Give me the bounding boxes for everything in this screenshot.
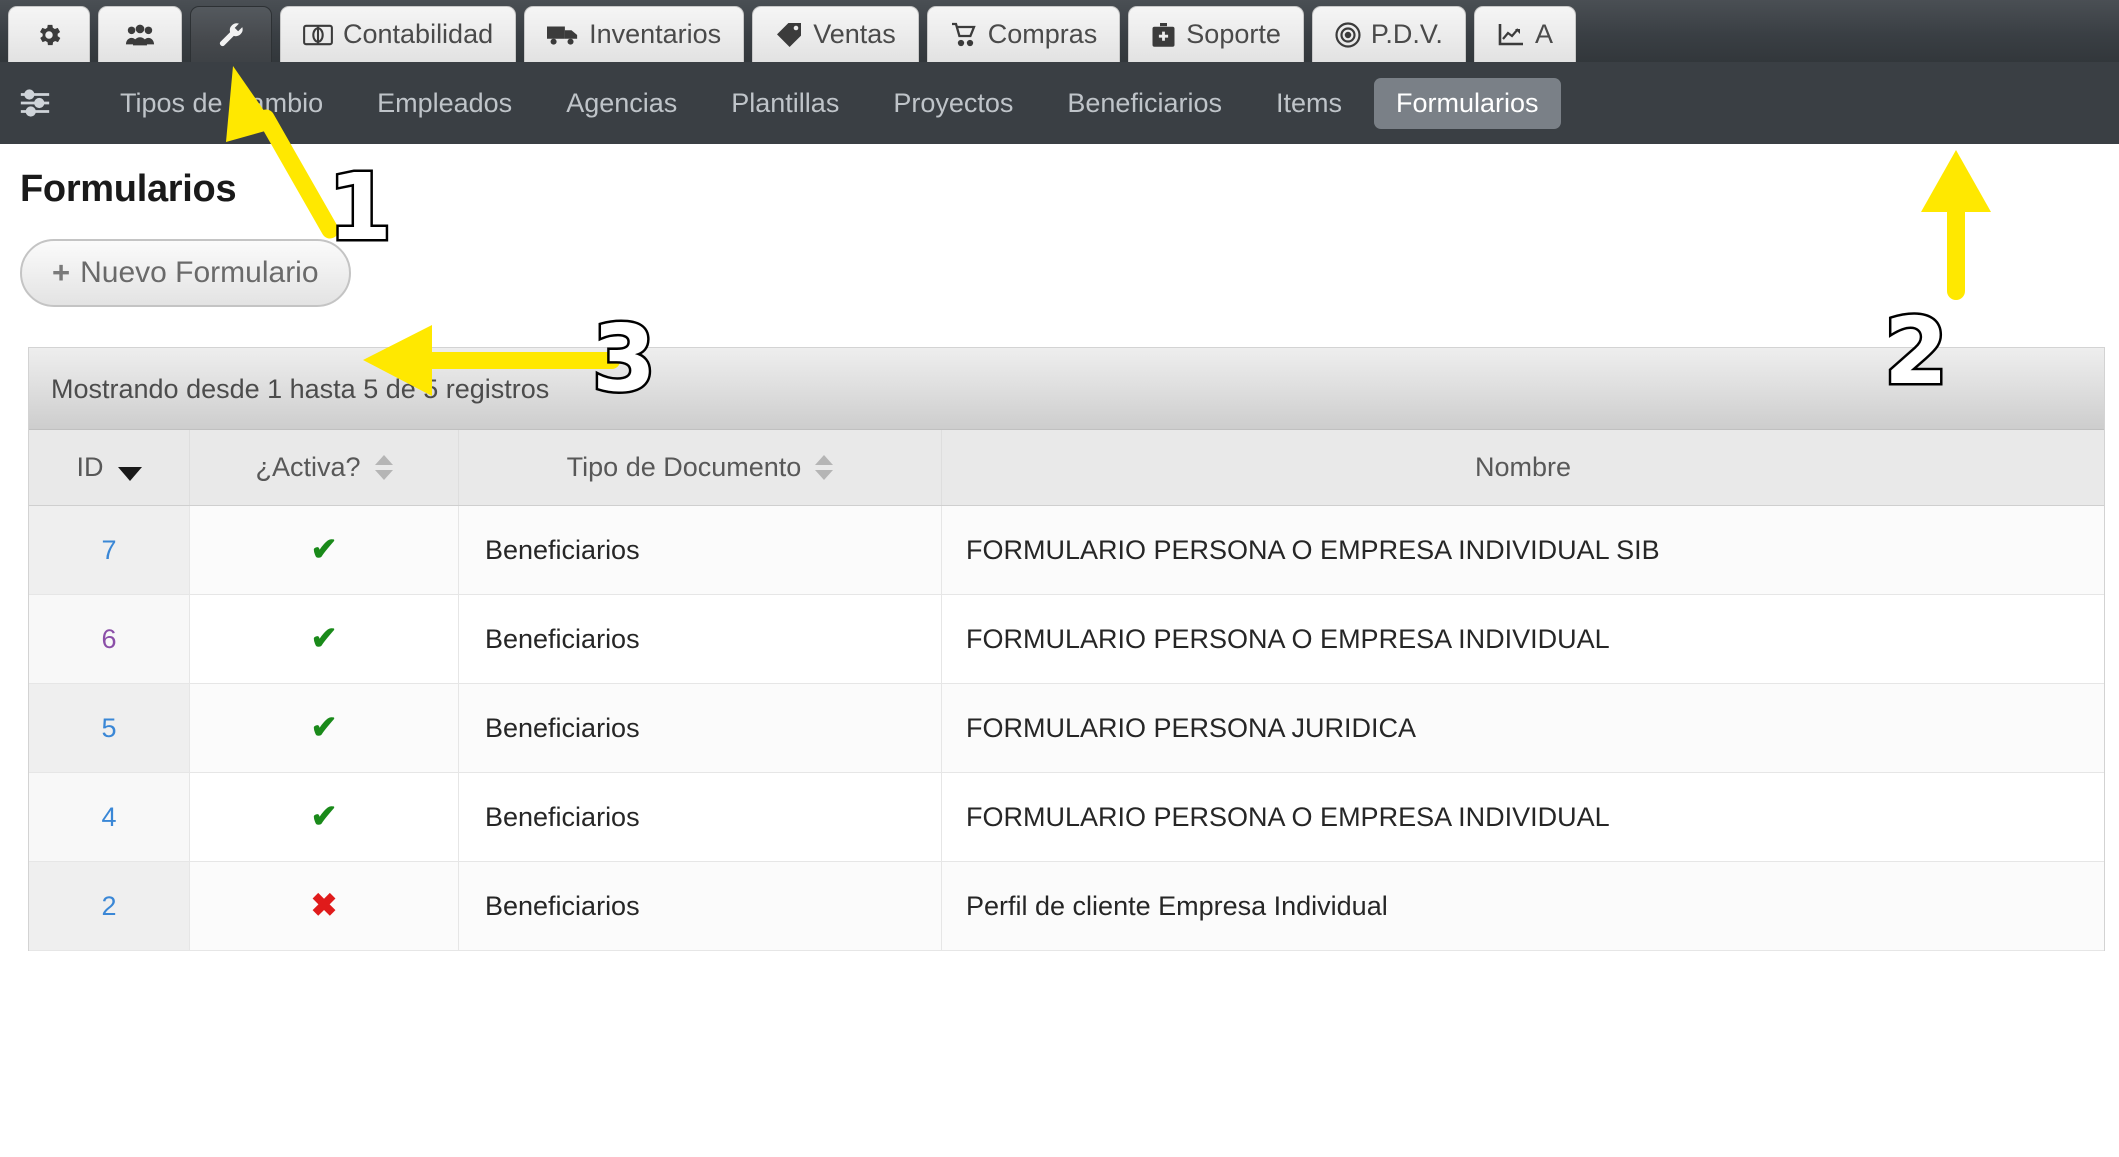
formularios-table: ID ¿Activa? Tipo de Documento Nombre 7 ✔… xyxy=(29,430,2104,951)
row-id-link[interactable]: 5 xyxy=(101,713,116,743)
tab-analisis[interactable]: A xyxy=(1473,6,1576,62)
table-row[interactable]: 7 ✔ Beneficiarios FORMULARIO PERSONA O E… xyxy=(29,505,2104,595)
tab-configuracion[interactable] xyxy=(8,6,90,62)
column-header-tipo-documento[interactable]: Tipo de Documento xyxy=(458,430,942,506)
users-icon xyxy=(125,22,155,48)
cell-id: 5 xyxy=(29,683,190,773)
tab-label: Inventarios xyxy=(589,19,722,49)
secondary-nav-bar: Tipos de Cambio Empleados Agencias Plant… xyxy=(0,62,2119,144)
column-header-id[interactable]: ID xyxy=(29,430,190,506)
cell-id: 6 xyxy=(29,594,190,684)
table-row[interactable]: 2 ✖ Beneficiarios Perfil de cliente Empr… xyxy=(29,861,2104,951)
sidebar-item-formularios[interactable]: Formularios xyxy=(1373,77,1561,129)
target-icon xyxy=(1335,21,1361,48)
table-body: 7 ✔ Beneficiarios FORMULARIO PERSONA O E… xyxy=(29,505,2104,951)
column-header-id-label: ID xyxy=(76,452,104,482)
tab-label: Ventas xyxy=(813,19,896,49)
nuevo-formulario-button[interactable]: + Nuevo Formulario xyxy=(20,239,351,307)
sliders-icon[interactable] xyxy=(18,86,52,120)
sidebar-item-items[interactable]: Items xyxy=(1254,78,1364,129)
table-row[interactable]: 4 ✔ Beneficiarios FORMULARIO PERSONA O E… xyxy=(29,772,2104,862)
cell-nombre: FORMULARIO PERSONA O EMPRESA INDIVIDUAL … xyxy=(941,505,2104,595)
table-header-row: ID ¿Activa? Tipo de Documento Nombre xyxy=(29,430,2104,506)
cell-activa: ✖ xyxy=(189,861,459,951)
cell-nombre: FORMULARIO PERSONA O EMPRESA INDIVIDUAL xyxy=(941,772,2104,862)
row-id-link[interactable]: 2 xyxy=(101,891,116,921)
cross-icon: ✖ xyxy=(310,887,338,923)
row-id-link[interactable]: 4 xyxy=(101,802,116,832)
primary-nav-bar: Contabilidad Inventarios Ventas Compras xyxy=(0,0,2119,62)
sort-both-icon xyxy=(374,455,393,480)
check-icon: ✔ xyxy=(310,709,338,745)
main-content: Formularios + Nuevo Formulario Mostrando… xyxy=(0,144,2119,951)
cell-activa: ✔ xyxy=(189,505,459,595)
tab-soporte[interactable]: Soporte xyxy=(1128,6,1304,62)
sidebar-item-agencias[interactable]: Agencias xyxy=(544,78,699,129)
annotation-number-3: 3 xyxy=(589,305,658,412)
tab-label: Soporte xyxy=(1186,19,1281,49)
sidebar-item-plantillas[interactable]: Plantillas xyxy=(709,78,861,129)
cell-tipo-documento: Beneficiarios xyxy=(458,861,942,951)
tab-ventas[interactable]: Ventas xyxy=(752,6,919,62)
tab-pdv[interactable]: P.D.V. xyxy=(1311,6,1466,62)
chart-line-icon xyxy=(1497,23,1525,47)
column-header-activa-label: ¿Activa? xyxy=(255,452,361,482)
briefcase-medical-icon xyxy=(1151,22,1176,48)
tab-contabilidad[interactable]: Contabilidad xyxy=(280,6,517,62)
check-icon: ✔ xyxy=(310,531,338,567)
cell-id: 7 xyxy=(29,505,190,595)
nuevo-formulario-label: Nuevo Formulario xyxy=(80,256,319,289)
annotation-number-1: 1 xyxy=(325,154,394,261)
cart-icon xyxy=(950,22,978,47)
truck-icon xyxy=(547,24,579,46)
tag-icon xyxy=(775,22,803,48)
cell-activa: ✔ xyxy=(189,594,459,684)
tab-herramientas[interactable] xyxy=(190,6,272,62)
column-header-activa[interactable]: ¿Activa? xyxy=(189,430,459,506)
tab-label: A xyxy=(1534,19,1553,49)
sidebar-item-tipos-de-cambio[interactable]: Tipos de Cambio xyxy=(98,78,345,129)
sort-descending-icon xyxy=(117,466,142,481)
tab-compras[interactable]: Compras xyxy=(926,6,1121,62)
sidebar-item-proyectos[interactable]: Proyectos xyxy=(871,78,1035,129)
cell-tipo-documento: Beneficiarios xyxy=(458,683,942,773)
table-header: ID ¿Activa? Tipo de Documento Nombre xyxy=(29,430,2104,506)
check-icon: ✔ xyxy=(310,620,338,656)
cell-id: 2 xyxy=(29,861,190,951)
row-id-link[interactable]: 6 xyxy=(101,624,116,654)
wrench-icon xyxy=(217,21,245,49)
tab-label: Compras xyxy=(987,19,1098,49)
cell-nombre: FORMULARIO PERSONA O EMPRESA INDIVIDUAL xyxy=(941,594,2104,684)
cell-tipo-documento: Beneficiarios xyxy=(458,594,942,684)
cell-tipo-documento: Beneficiarios xyxy=(458,772,942,862)
sidebar-item-empleados[interactable]: Empleados xyxy=(355,78,534,129)
tab-label: Contabilidad xyxy=(343,19,494,49)
cell-nombre: Perfil de cliente Empresa Individual xyxy=(941,861,2104,951)
cell-nombre: FORMULARIO PERSONA JURIDICA xyxy=(941,683,2104,773)
plus-icon: + xyxy=(52,255,71,290)
cell-activa: ✔ xyxy=(189,683,459,773)
table-record-count: Mostrando desde 1 hasta 5 de 5 registros xyxy=(29,348,2104,430)
sidebar-item-beneficiarios[interactable]: Beneficiarios xyxy=(1045,78,1244,129)
column-header-tipo-label: Tipo de Documento xyxy=(566,452,802,482)
tab-label: P.D.V. xyxy=(1370,19,1443,49)
table-row[interactable]: 5 ✔ Beneficiarios FORMULARIO PERSONA JUR… xyxy=(29,683,2104,773)
cell-id: 4 xyxy=(29,772,190,862)
gear-icon xyxy=(35,21,63,49)
row-id-link[interactable]: 7 xyxy=(101,535,116,565)
cell-tipo-documento: Beneficiarios xyxy=(458,505,942,595)
check-icon: ✔ xyxy=(310,798,338,834)
column-header-nombre-label: Nombre xyxy=(1474,452,1572,482)
tab-usuarios[interactable] xyxy=(98,6,182,62)
annotation-number-2: 2 xyxy=(1881,298,1950,405)
cell-activa: ✔ xyxy=(189,772,459,862)
sort-both-icon xyxy=(815,455,834,480)
column-header-nombre[interactable]: Nombre xyxy=(941,430,2104,506)
tab-inventarios[interactable]: Inventarios xyxy=(524,6,745,62)
formularios-table-container: Mostrando desde 1 hasta 5 de 5 registros… xyxy=(28,347,2105,951)
money-icon xyxy=(303,24,333,46)
table-row[interactable]: 6 ✔ Beneficiarios FORMULARIO PERSONA O E… xyxy=(29,594,2104,684)
